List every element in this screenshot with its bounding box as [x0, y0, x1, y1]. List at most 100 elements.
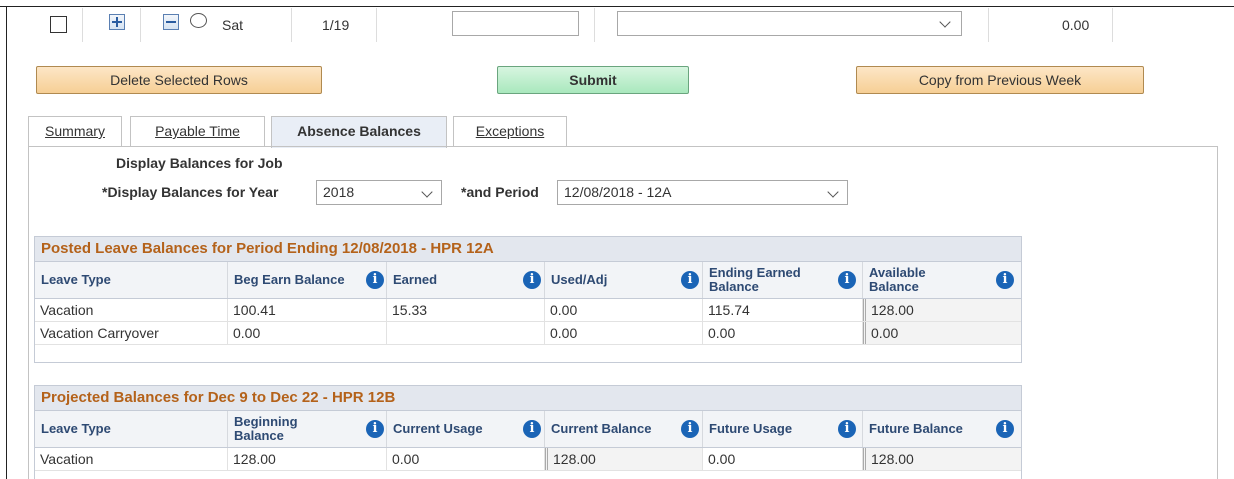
info-icon[interactable]: i	[366, 271, 384, 289]
date-label: 1/19	[322, 17, 350, 33]
submit-button[interactable]: Submit	[497, 66, 689, 94]
tab-label: Payable Time	[155, 123, 240, 139]
posted-grid-title: Posted Leave Balances for Period Ending …	[35, 237, 1021, 262]
cell-beg: 0.00	[228, 322, 387, 344]
info-icon[interactable]: i	[523, 420, 541, 438]
col-future-usage: Future Usage i	[703, 411, 863, 447]
table-row: Vacation 100.41 15.33 0.00 115.74 128.00	[35, 299, 1021, 322]
tab-label: Exceptions	[475, 123, 545, 139]
cell-divider	[291, 8, 292, 42]
cell-current-balance: 128.00	[545, 448, 703, 470]
day-label: Sat	[222, 17, 244, 33]
cell-beg: 100.41	[228, 299, 387, 321]
copy-from-previous-week-button[interactable]: Copy from Previous Week	[856, 66, 1144, 94]
header-label: Future Usage	[709, 421, 793, 436]
add-row-icon[interactable]	[109, 14, 125, 30]
tab-label: Absence Balances	[297, 123, 421, 139]
info-icon[interactable]: i	[366, 420, 384, 438]
header-line: Balance	[709, 279, 759, 294]
display-for-job-label: Display Balances for Job	[116, 155, 283, 171]
projected-balances-grid: Projected Balances for Dec 9 to Dec 22 -…	[34, 385, 1022, 479]
delete-selected-rows-button[interactable]: Delete Selected Rows	[36, 66, 322, 94]
tab-payable-time[interactable]: Payable Time	[130, 116, 265, 147]
col-beg-earn-balance: Beg Earn Balance i	[228, 262, 387, 298]
cell-divider	[1112, 8, 1113, 42]
header-line: Available	[869, 265, 926, 280]
col-available-balance: Available Balance i	[863, 262, 1021, 298]
cell-ending: 115.74	[703, 299, 863, 321]
col-beginning-balance: Beginning Balance i	[228, 411, 387, 447]
cell-used: 0.00	[545, 322, 703, 344]
year-value: 2018	[323, 184, 355, 200]
hours-input[interactable]	[452, 11, 579, 36]
cell-divider	[140, 8, 141, 42]
info-icon[interactable]: i	[838, 420, 856, 438]
chevron-down-icon	[421, 186, 433, 198]
year-label: *Display Balances for Year	[102, 184, 279, 200]
info-icon[interactable]: i	[996, 420, 1014, 438]
cell-divider	[988, 8, 989, 42]
cell-ending: 0.00	[703, 322, 863, 344]
tab-summary[interactable]: Summary	[28, 116, 122, 147]
info-icon[interactable]: i	[681, 271, 699, 289]
year-select[interactable]: 2018	[316, 180, 442, 205]
cell-leave-type: Vacation	[35, 299, 228, 321]
period-label: *and Period	[461, 184, 539, 200]
cell-leave-type: Vacation Carryover	[35, 322, 228, 344]
tab-exceptions[interactable]: Exceptions	[453, 116, 567, 147]
header-label: Ending Earned Balance	[709, 266, 801, 294]
period-select[interactable]: 12/08/2018 - 12A	[557, 180, 848, 205]
col-earned: Earned i	[387, 262, 545, 298]
col-ending-earned-balance: Ending Earned Balance i	[703, 262, 863, 298]
frame-top-border	[0, 6, 1234, 7]
posted-balances-grid: Posted Leave Balances for Period Ending …	[34, 236, 1022, 363]
header-line: Ending Earned	[709, 265, 801, 280]
time-reporting-code-select[interactable]	[617, 11, 962, 36]
col-leave-type: Leave Type	[35, 411, 228, 447]
row-total: 0.00	[1062, 17, 1090, 33]
col-current-balance: Current Balance i	[545, 411, 703, 447]
cell-divider	[376, 8, 377, 42]
header-label: Available Balance	[869, 266, 926, 294]
delete-row-icon[interactable]	[163, 14, 179, 30]
cell-earned: 15.33	[387, 299, 545, 321]
cell-beginning: 128.00	[228, 448, 387, 470]
header-line: Balance	[234, 428, 284, 443]
cell-future-usage: 0.00	[703, 448, 863, 470]
cell-future-balance: 128.00	[863, 448, 1021, 470]
posted-grid-header: Leave Type Beg Earn Balance i Earned i U…	[35, 262, 1021, 299]
header-label: Beg Earn Balance	[234, 272, 345, 287]
cell-leave-type: Vacation	[35, 448, 228, 470]
tab-absence-balances[interactable]: Absence Balances	[271, 116, 447, 148]
header-line: Balance	[869, 279, 919, 294]
cell-earned	[387, 322, 545, 344]
col-used-adj: Used/Adj i	[545, 262, 703, 298]
info-icon[interactable]: i	[996, 271, 1014, 289]
cell-available: 128.00	[863, 299, 1021, 321]
cell-divider	[594, 8, 595, 42]
table-row: Vacation 128.00 0.00 128.00 0.00 128.00	[35, 448, 1021, 471]
header-label: Leave Type	[41, 421, 111, 436]
cell-divider	[82, 8, 83, 42]
info-icon[interactable]: i	[523, 271, 541, 289]
header-label: Future Balance	[869, 421, 963, 436]
cell-available: 0.00	[863, 322, 1021, 344]
comment-icon[interactable]	[190, 13, 207, 28]
info-icon[interactable]: i	[681, 420, 699, 438]
period-value: 12/08/2018 - 12A	[564, 184, 672, 200]
col-leave-type: Leave Type	[35, 262, 228, 298]
col-current-usage: Current Usage i	[387, 411, 545, 447]
header-label: Used/Adj	[551, 272, 608, 287]
projected-grid-header: Leave Type Beginning Balance i Current Us…	[35, 411, 1021, 448]
chevron-down-icon	[827, 186, 839, 198]
info-icon[interactable]: i	[838, 271, 856, 289]
cell-current-usage: 0.00	[387, 448, 545, 470]
cell-used: 0.00	[545, 299, 703, 321]
header-label: Earned	[393, 272, 438, 287]
col-future-balance: Future Balance i	[863, 411, 1021, 447]
projected-grid-title: Projected Balances for Dec 9 to Dec 22 -…	[35, 386, 1021, 411]
frame-left-border	[6, 6, 7, 479]
row-select-checkbox[interactable]	[50, 16, 67, 33]
chevron-down-icon	[939, 16, 951, 28]
header-label: Leave Type	[41, 272, 111, 287]
